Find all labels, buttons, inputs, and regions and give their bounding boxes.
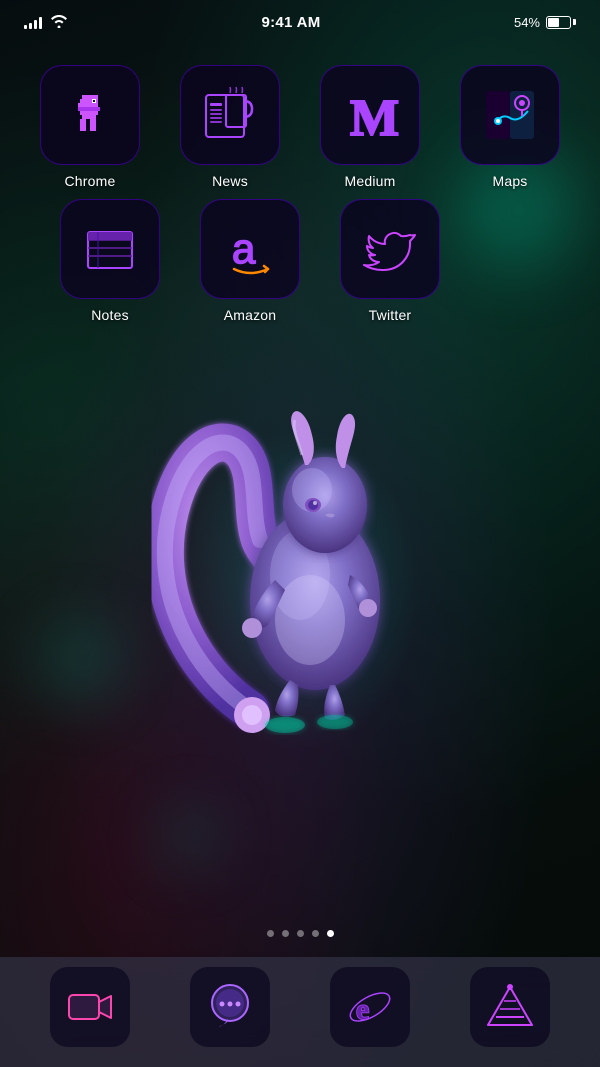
dock-item-facetime[interactable] bbox=[50, 967, 130, 1047]
battery-fill bbox=[548, 18, 559, 27]
page-dot-1[interactable] bbox=[267, 930, 274, 937]
app-row-2: Notes a a Amazon bbox=[20, 199, 580, 323]
page-dot-2[interactable] bbox=[282, 930, 289, 937]
chrome-icon[interactable] bbox=[40, 65, 140, 165]
notes-label: Notes bbox=[91, 307, 129, 323]
dock-item-vlc[interactable] bbox=[470, 967, 550, 1047]
app-item-news[interactable]: News bbox=[170, 65, 290, 189]
vlc-dock-icon[interactable] bbox=[470, 967, 550, 1047]
explorer-dock-icon[interactable]: e e bbox=[330, 967, 410, 1047]
app-grid: Chrome bbox=[0, 55, 600, 343]
maps-icon[interactable] bbox=[460, 65, 560, 165]
page-dot-4[interactable] bbox=[312, 930, 319, 937]
battery-body bbox=[546, 16, 571, 29]
signal-bar-3 bbox=[34, 20, 37, 29]
notes-icon[interactable] bbox=[60, 199, 160, 299]
signal-bar-4 bbox=[39, 17, 42, 29]
medium-icon[interactable]: M M bbox=[320, 65, 420, 165]
facetime-dock-icon[interactable] bbox=[50, 967, 130, 1047]
twitter-icon[interactable] bbox=[340, 199, 440, 299]
dock-item-messages[interactable] bbox=[190, 967, 270, 1047]
chrome-label: Chrome bbox=[65, 173, 116, 189]
app-item-maps[interactable]: Maps bbox=[450, 65, 570, 189]
page-dot-5[interactable] bbox=[327, 930, 334, 937]
svg-text:M: M bbox=[350, 90, 399, 147]
medium-label: Medium bbox=[345, 173, 396, 189]
signal-bar-2 bbox=[29, 23, 32, 29]
dock-item-explorer[interactable]: e e bbox=[330, 967, 410, 1047]
wifi-icon bbox=[50, 14, 68, 31]
status-time: 9:41 AM bbox=[261, 14, 320, 31]
status-left bbox=[24, 14, 68, 31]
app-item-chrome[interactable]: Chrome bbox=[30, 65, 150, 189]
page-dot-3[interactable] bbox=[297, 930, 304, 937]
status-right: 54% bbox=[514, 15, 576, 30]
app-item-amazon[interactable]: a a Amazon bbox=[180, 199, 320, 323]
app-item-twitter[interactable]: Twitter bbox=[320, 199, 460, 323]
mewtwo-illustration bbox=[130, 290, 470, 770]
twitter-label: Twitter bbox=[369, 307, 412, 323]
app-item-medium[interactable]: M M Medium bbox=[310, 65, 430, 189]
battery-tip bbox=[573, 19, 576, 25]
glow-orb-2 bbox=[40, 620, 120, 700]
battery-percentage: 54% bbox=[514, 15, 540, 30]
svg-text:a: a bbox=[232, 225, 256, 272]
amazon-icon[interactable]: a a bbox=[200, 199, 300, 299]
amazon-label: Amazon bbox=[224, 307, 277, 323]
glow-orb-3 bbox=[160, 807, 220, 867]
messages-dock-icon[interactable] bbox=[190, 967, 270, 1047]
signal-bars-icon bbox=[24, 15, 42, 29]
news-icon[interactable] bbox=[180, 65, 280, 165]
news-label: News bbox=[212, 173, 248, 189]
dock: e e bbox=[0, 957, 600, 1067]
signal-bar-1 bbox=[24, 25, 27, 29]
battery-icon bbox=[546, 16, 576, 29]
page-dots bbox=[0, 930, 600, 937]
app-row-1: Chrome bbox=[20, 65, 580, 189]
maps-label: Maps bbox=[492, 173, 527, 189]
status-bar: 9:41 AM 54% bbox=[0, 0, 600, 44]
app-item-notes[interactable]: Notes bbox=[40, 199, 180, 323]
